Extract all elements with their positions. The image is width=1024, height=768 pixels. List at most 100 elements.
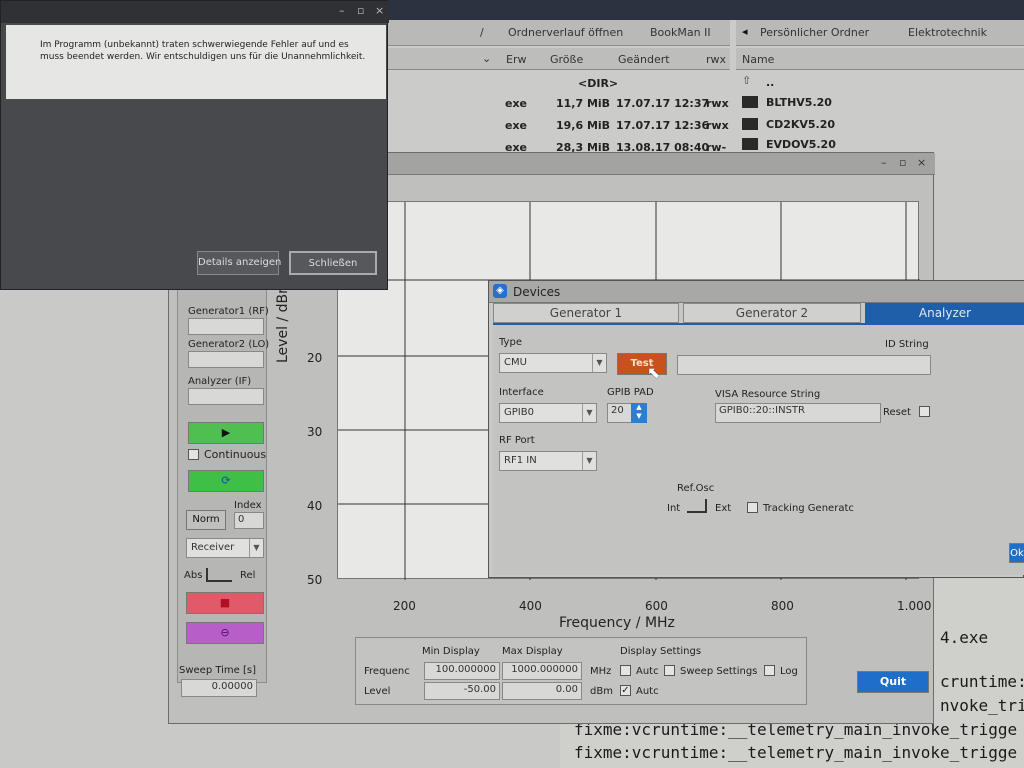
column-header[interactable]: Name bbox=[742, 53, 774, 66]
freq-max-field[interactable]: 1000.000000 bbox=[502, 662, 582, 680]
ok-button[interactable]: Ok bbox=[1009, 543, 1024, 563]
folder-name: .. bbox=[766, 76, 775, 89]
right-column-header: Name bbox=[736, 48, 1024, 70]
sweep-settings-checkbox[interactable] bbox=[664, 665, 675, 676]
sort-chevron-icon[interactable]: ⌄ bbox=[482, 52, 491, 65]
table-row[interactable]: exe 11,7 MiB 17.07.17 12:37 rwx bbox=[380, 94, 730, 114]
column-header-row: ⌄ Erw Größe Geändert rwx bbox=[380, 48, 730, 70]
id-string-field[interactable] bbox=[677, 355, 931, 375]
freq-min-field[interactable]: 100.000000 bbox=[424, 662, 500, 680]
folder-name: BLTHV5.20 bbox=[766, 96, 832, 109]
gen2-label: Generator2 (LO) bbox=[188, 339, 270, 350]
y-tick-label: 50 bbox=[307, 573, 323, 587]
analyzer-settings: Type CMU ▼ Test ⬉ ID String Interface GP… bbox=[493, 323, 1024, 575]
folder-icon bbox=[742, 138, 758, 150]
analyzer-field[interactable] bbox=[188, 388, 264, 405]
tab-analyzer[interactable]: Analyzer bbox=[865, 303, 1024, 323]
freq-unit: MHz bbox=[590, 666, 612, 677]
auto-level-checkbox[interactable]: ✓ bbox=[620, 685, 631, 696]
maximize-icon[interactable]: ▫ bbox=[899, 156, 906, 169]
column-header[interactable]: Größe bbox=[550, 53, 583, 66]
ref-osc-label: Ref.Osc bbox=[677, 483, 715, 494]
minimize-icon[interactable]: – bbox=[881, 156, 887, 169]
breadcrumb-item[interactable]: Ordnerverlauf öffnen bbox=[508, 26, 623, 39]
interface-value: GPIB0 bbox=[504, 407, 534, 418]
column-header[interactable]: Geändert bbox=[618, 53, 670, 66]
mouse-cursor-icon: ⬉ bbox=[647, 363, 661, 382]
type-value: CMU bbox=[504, 357, 527, 368]
file-manager-toolbar: / Ordnerverlauf öffnen BookMan II bbox=[380, 20, 730, 46]
chevron-down-icon: ▼ bbox=[249, 539, 263, 557]
column-header[interactable]: rwx bbox=[706, 53, 726, 66]
reset-label: Reset bbox=[883, 407, 911, 418]
back-arrow-icon[interactable]: ◂ bbox=[742, 25, 748, 38]
table-row[interactable]: <DIR> bbox=[380, 74, 730, 94]
minimize-icon[interactable]: – bbox=[339, 4, 345, 17]
display-settings-label: Display Settings bbox=[620, 646, 702, 657]
file-manager-window: / Ordnerverlauf öffnen BookMan II ◂ Pers… bbox=[380, 0, 1024, 160]
gen2-field[interactable] bbox=[188, 351, 264, 368]
rf-port-label: RF Port bbox=[499, 435, 535, 446]
control-panel: Generator1 (RF) Generator2 (LO) Analyzer… bbox=[177, 283, 270, 683]
tab-generator-2[interactable]: Generator 2 bbox=[683, 303, 861, 323]
error-message-box: Im Programm (unbekannt) traten schwerwie… bbox=[6, 25, 386, 99]
close-icon[interactable]: × bbox=[917, 156, 926, 169]
breadcrumb-item[interactable]: Elektrotechnik bbox=[908, 26, 987, 39]
breadcrumb-item[interactable]: BookMan II bbox=[650, 26, 711, 39]
chevron-down-icon: ▼ bbox=[582, 404, 596, 422]
sweep-time-field[interactable]: 0.00000 bbox=[181, 679, 257, 697]
clear-button[interactable]: ⊖ bbox=[186, 622, 264, 644]
norm-button[interactable]: Norm bbox=[186, 510, 226, 530]
abs-rel-toggle[interactable] bbox=[206, 568, 232, 582]
level-max-field[interactable]: 0.00 bbox=[502, 682, 582, 700]
stop-button[interactable]: ■ bbox=[186, 592, 264, 614]
app-icon: ◈ bbox=[493, 284, 507, 298]
x-tick-label: 800 bbox=[771, 599, 794, 613]
visa-field[interactable]: GPIB0::20::INSTR bbox=[715, 403, 881, 423]
int-label: Int bbox=[667, 503, 681, 514]
type-select[interactable]: CMU ▼ bbox=[499, 353, 607, 373]
interface-select[interactable]: GPIB0 ▼ bbox=[499, 403, 597, 423]
refresh-button[interactable]: ⟳ bbox=[188, 470, 264, 492]
quit-button[interactable]: Quit bbox=[857, 671, 929, 693]
breadcrumb-item[interactable]: Persönlicher Ordner bbox=[760, 26, 869, 39]
x-tick-label: 1.000 bbox=[897, 599, 932, 613]
type-label: Type bbox=[499, 337, 522, 348]
y-tick-label: 40 bbox=[307, 499, 323, 513]
maximize-icon[interactable]: ▫ bbox=[357, 4, 364, 17]
play-icon: ▶ bbox=[221, 426, 231, 439]
display-settings-panel: Min Display Max Display Display Settings… bbox=[355, 637, 807, 705]
right-pane-toolbar: ◂ Persönlicher Ordner Elektrotechnik bbox=[736, 20, 1024, 46]
details-button[interactable]: Details anzeigen bbox=[197, 251, 281, 275]
receiver-select[interactable]: Receiver ▼ bbox=[186, 538, 264, 558]
error-dialog-titlebar: – ▫ × bbox=[1, 1, 389, 23]
level-min-field[interactable]: -50.00 bbox=[424, 682, 500, 700]
abs-label: Abs bbox=[184, 570, 203, 581]
close-icon[interactable]: × bbox=[375, 4, 384, 17]
reset-checkbox[interactable] bbox=[919, 406, 930, 417]
table-row[interactable]: exe 19,6 MiB 17.07.17 12:36 rwx bbox=[380, 116, 730, 136]
index-label: Index bbox=[234, 500, 262, 511]
run-button[interactable]: ▶ bbox=[188, 422, 264, 444]
close-button[interactable]: Schließen bbox=[289, 251, 377, 275]
tab-generator-1[interactable]: Generator 1 bbox=[493, 303, 679, 323]
y-axis-label: Level / dBm bbox=[275, 280, 291, 363]
size-cell: <DIR> bbox=[578, 77, 619, 90]
gen1-field[interactable] bbox=[188, 318, 264, 335]
tracking-generator-checkbox[interactable] bbox=[747, 502, 758, 513]
id-string-label: ID String bbox=[885, 339, 929, 350]
x-axis-label: Frequency / MHz bbox=[559, 615, 675, 631]
continuous-checkbox[interactable] bbox=[188, 449, 199, 460]
log-checkbox[interactable] bbox=[764, 665, 775, 676]
gpib-pad-spinner[interactable]: ▲ ▼ bbox=[631, 403, 647, 423]
folder-icon bbox=[742, 96, 758, 108]
size-cell: 11,7 MiB bbox=[556, 97, 611, 110]
gpib-pad-label: GPIB PAD bbox=[607, 387, 654, 398]
auto-freq-checkbox[interactable] bbox=[620, 665, 631, 676]
date-cell: 17.07.17 12:37 bbox=[616, 97, 710, 110]
column-header[interactable]: Erw bbox=[506, 53, 526, 66]
ext-cell: exe bbox=[505, 119, 528, 132]
rf-port-select[interactable]: RF1 IN ▼ bbox=[499, 451, 597, 471]
index-field[interactable]: 0 bbox=[234, 512, 264, 529]
ref-osc-toggle[interactable] bbox=[687, 499, 707, 513]
